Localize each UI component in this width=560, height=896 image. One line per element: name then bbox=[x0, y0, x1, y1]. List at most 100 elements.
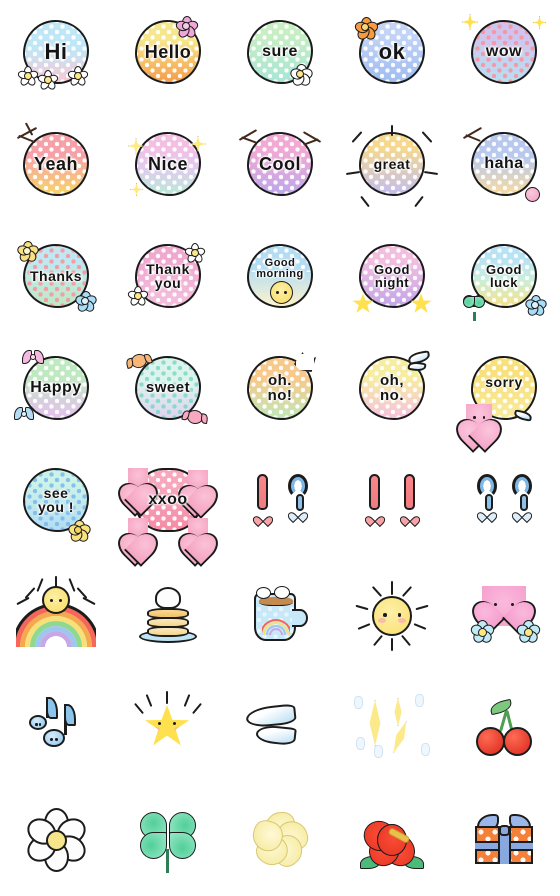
sparkle-diamond-icon bbox=[383, 717, 418, 758]
sticker-cell-thanks[interactable]: Thanks bbox=[0, 224, 112, 336]
sticker-haha[interactable]: haha bbox=[460, 124, 548, 212]
plumeria-flower-icon bbox=[288, 62, 315, 88]
sticker-great[interactable]: great bbox=[345, 124, 439, 212]
sticker-cell-sparkles[interactable] bbox=[336, 672, 448, 784]
sticker-cell-rainbow[interactable] bbox=[0, 560, 112, 672]
bubble-wow: wow bbox=[471, 20, 537, 84]
sticker-sweet[interactable]: sweet bbox=[124, 348, 212, 436]
sticker-cell-wings[interactable] bbox=[224, 672, 336, 784]
sticker-cell-sun[interactable] bbox=[336, 560, 448, 672]
sticker-happy[interactable]: Happy bbox=[12, 348, 100, 436]
pink-candy-icon bbox=[181, 408, 209, 426]
sticker-double-exclamation[interactable] bbox=[348, 460, 436, 548]
sticker-good-luck[interactable]: Good luck bbox=[460, 236, 549, 324]
sticker-excl-question[interactable] bbox=[236, 460, 324, 548]
sticker-cell-double-question[interactable] bbox=[448, 448, 560, 560]
sticker-heart-flowers[interactable] bbox=[460, 572, 548, 660]
sticker-cell-wow[interactable]: wow bbox=[448, 0, 560, 112]
sticker-thank-you[interactable]: Thank you bbox=[124, 236, 212, 324]
sparkle-tick-icon bbox=[415, 694, 424, 707]
sticker-oh-no-period[interactable]: oh, no. bbox=[348, 348, 436, 436]
sticker-cell-pancakes[interactable] bbox=[112, 560, 224, 672]
sticker-cell-good-luck[interactable]: Good luck bbox=[448, 224, 560, 336]
sparkle-tick-icon bbox=[421, 743, 430, 756]
sticker-label: Happy bbox=[30, 378, 82, 396]
sticker-cell-sure[interactable]: sure bbox=[224, 0, 336, 112]
sticker-cell-heart-flowers[interactable] bbox=[448, 560, 560, 672]
rainbow-mug-icon bbox=[252, 586, 308, 645]
sticker-hi[interactable]: Hi bbox=[12, 12, 100, 100]
sticker-oh-no-excl[interactable]: oh. no! bbox=[236, 348, 324, 436]
sticker-cell-cool[interactable]: Cool bbox=[224, 112, 336, 224]
sticker-cool[interactable]: Cool bbox=[236, 124, 324, 212]
sticker-cell-xxoo[interactable]: xxoo bbox=[112, 448, 224, 560]
sticker-daisy[interactable] bbox=[12, 796, 100, 884]
sticker-plumeria[interactable] bbox=[236, 796, 324, 884]
sticker-cell-cherries[interactable] bbox=[448, 672, 560, 784]
sticker-star[interactable] bbox=[124, 684, 212, 772]
sticker-wings[interactable] bbox=[236, 684, 324, 772]
red-hibiscus-icon bbox=[359, 812, 424, 873]
sticker-hibiscus[interactable] bbox=[348, 796, 436, 884]
sticker-cell-clover[interactable] bbox=[112, 784, 224, 896]
sticker-cell-sweet[interactable]: sweet bbox=[112, 336, 224, 448]
sticker-cell-yeah[interactable]: Yeah bbox=[0, 112, 112, 224]
sticker-cell-haha[interactable]: haha bbox=[448, 112, 560, 224]
sticker-cell-good-night[interactable]: Good night bbox=[336, 224, 448, 336]
sticker-label: Good morning bbox=[256, 256, 304, 280]
sticker-cell-hello[interactable]: Hello bbox=[112, 0, 224, 112]
sticker-label: xxoo bbox=[148, 490, 188, 508]
sticker-label: Cool bbox=[259, 153, 301, 174]
sticker-cell-oh-no-excl[interactable]: oh. no! bbox=[224, 336, 336, 448]
pancakes-with-cream-icon bbox=[139, 587, 197, 645]
sticker-sure[interactable]: sure bbox=[236, 12, 324, 100]
sticker-cell-music-notes[interactable] bbox=[0, 672, 112, 784]
sticker-label: oh, no. bbox=[380, 371, 404, 404]
sticker-double-question[interactable] bbox=[460, 460, 548, 548]
sticker-rainbow[interactable] bbox=[12, 572, 100, 660]
sticker-sun[interactable] bbox=[348, 572, 436, 660]
sticker-cell-double-excl[interactable] bbox=[336, 448, 448, 560]
sticker-cell-hibiscus[interactable] bbox=[336, 784, 448, 896]
scribble-lines-icon bbox=[296, 128, 322, 148]
sticker-ok[interactable]: ok bbox=[348, 12, 436, 100]
sticker-gift[interactable] bbox=[460, 796, 548, 884]
sticker-xxoo[interactable]: xxoo bbox=[124, 460, 212, 548]
sticker-cell-star[interactable] bbox=[112, 672, 224, 784]
yellow-plumeria-icon bbox=[248, 811, 312, 872]
sticker-hello[interactable]: Hello bbox=[124, 12, 212, 100]
sticker-cell-happy[interactable]: Happy bbox=[0, 336, 112, 448]
pink-ribbon-icon bbox=[22, 350, 44, 364]
sticker-cell-gift[interactable] bbox=[448, 784, 560, 896]
sticker-cherries[interactable] bbox=[460, 684, 548, 772]
sticker-yeah[interactable]: Yeah bbox=[12, 122, 100, 212]
sticker-music-notes[interactable] bbox=[12, 684, 100, 772]
sticker-good-morning[interactable]: Good morning bbox=[236, 236, 324, 324]
emoji-grid: Hi Hello sure ok wow Yeah Nice Cool grea… bbox=[0, 0, 560, 896]
sticker-clover[interactable] bbox=[124, 796, 212, 884]
sticker-cell-daisy[interactable] bbox=[0, 784, 112, 896]
sticker-cell-great[interactable]: great bbox=[336, 112, 448, 224]
sticker-cell-sorry[interactable]: sorry bbox=[448, 336, 560, 448]
sticker-cell-excl-question[interactable] bbox=[224, 448, 336, 560]
shining-star-face-icon bbox=[144, 704, 190, 748]
sticker-thanks[interactable]: Thanks bbox=[12, 236, 100, 324]
sticker-cell-good-morning[interactable]: Good morning bbox=[224, 224, 336, 336]
sticker-cell-hot-drink[interactable] bbox=[224, 560, 336, 672]
sticker-hot-drink[interactable] bbox=[236, 572, 324, 660]
sticker-cell-thank-you[interactable]: Thank you bbox=[112, 224, 224, 336]
sticker-see-you[interactable]: see you ! bbox=[12, 460, 100, 548]
sticker-sparkles[interactable] bbox=[348, 684, 436, 772]
sticker-cell-ok[interactable]: ok bbox=[336, 0, 448, 112]
sticker-good-night[interactable]: Good night bbox=[348, 236, 436, 324]
sticker-cell-plumeria[interactable] bbox=[224, 784, 336, 896]
sticker-cell-nice[interactable]: Nice bbox=[112, 112, 224, 224]
sticker-pancakes[interactable] bbox=[124, 572, 212, 660]
sticker-cell-hi[interactable]: Hi bbox=[0, 0, 112, 112]
sticker-cell-oh-no-period[interactable]: oh, no. bbox=[336, 336, 448, 448]
sticker-cell-see-you[interactable]: see you ! bbox=[0, 448, 112, 560]
sticker-wow[interactable]: wow bbox=[460, 12, 548, 100]
sticker-nice[interactable]: Nice bbox=[124, 124, 212, 212]
bubble-ok: ok bbox=[359, 20, 425, 84]
sticker-sorry[interactable]: sorry bbox=[460, 348, 548, 436]
